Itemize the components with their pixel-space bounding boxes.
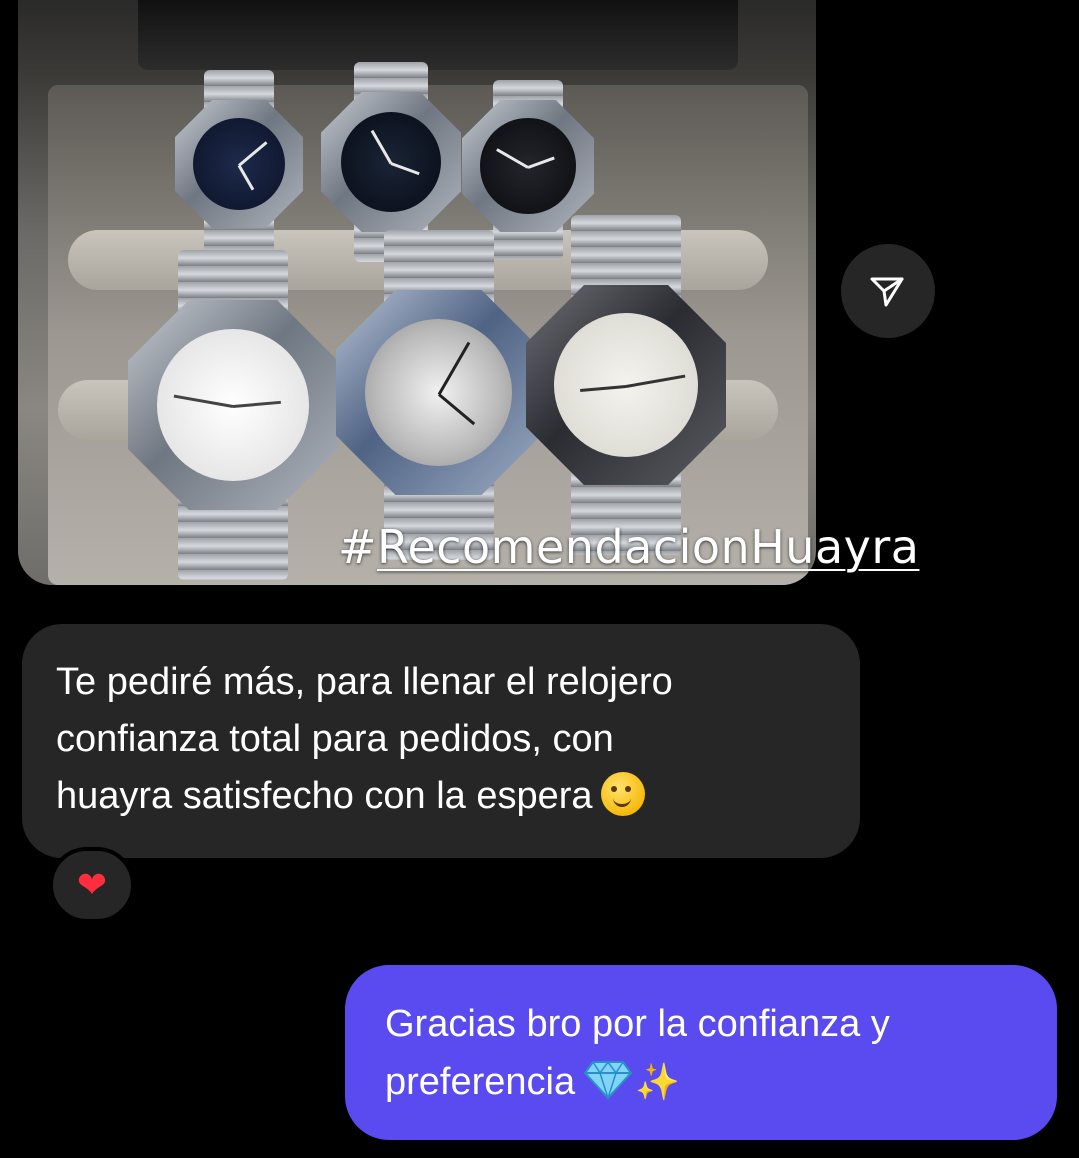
watch (462, 80, 594, 260)
gem-icon (583, 1060, 633, 1100)
watch (336, 230, 541, 560)
shared-photo[interactable] (18, 0, 816, 585)
hashtag-prefix: # (338, 520, 378, 574)
saluting-face-icon (600, 772, 645, 816)
message-line: confianza total para pedidos, con (56, 718, 614, 760)
incoming-message-bubble[interactable]: Te pediré más, para llenar el relojero c… (22, 624, 860, 858)
watch (175, 70, 303, 260)
sparkles-icon: ✨ (635, 1061, 680, 1102)
watch (526, 215, 726, 555)
message-line: huayra satisfecho con la espera (56, 775, 593, 817)
outgoing-message-bubble[interactable]: Gracias bro por la confianza y preferenc… (345, 965, 1057, 1140)
message-line: Te pediré más, para llenar el relojero (56, 661, 673, 703)
message-line-with-emoji: preferencia ✨ (385, 1053, 1019, 1111)
hashtag-sticker: #RecomendacionHuayra (338, 520, 919, 574)
heart-reaction[interactable]: ❤ (49, 847, 135, 923)
message-line-with-emoji: huayra satisfecho con la espera (56, 768, 826, 825)
message-line: preferencia (385, 1061, 576, 1103)
paper-plane-icon (870, 277, 904, 307)
hashtag-text: RecomendacionHuayra (377, 520, 920, 574)
heart-icon: ❤ (76, 864, 108, 906)
watch (128, 250, 338, 580)
share-button[interactable] (841, 244, 935, 338)
watch-box-lid (138, 0, 738, 70)
message-line: Gracias bro por la confianza y (385, 1003, 890, 1045)
watch (321, 62, 461, 262)
chat-screen: #RecomendacionHuayra Te pediré más, para… (0, 0, 1079, 1158)
